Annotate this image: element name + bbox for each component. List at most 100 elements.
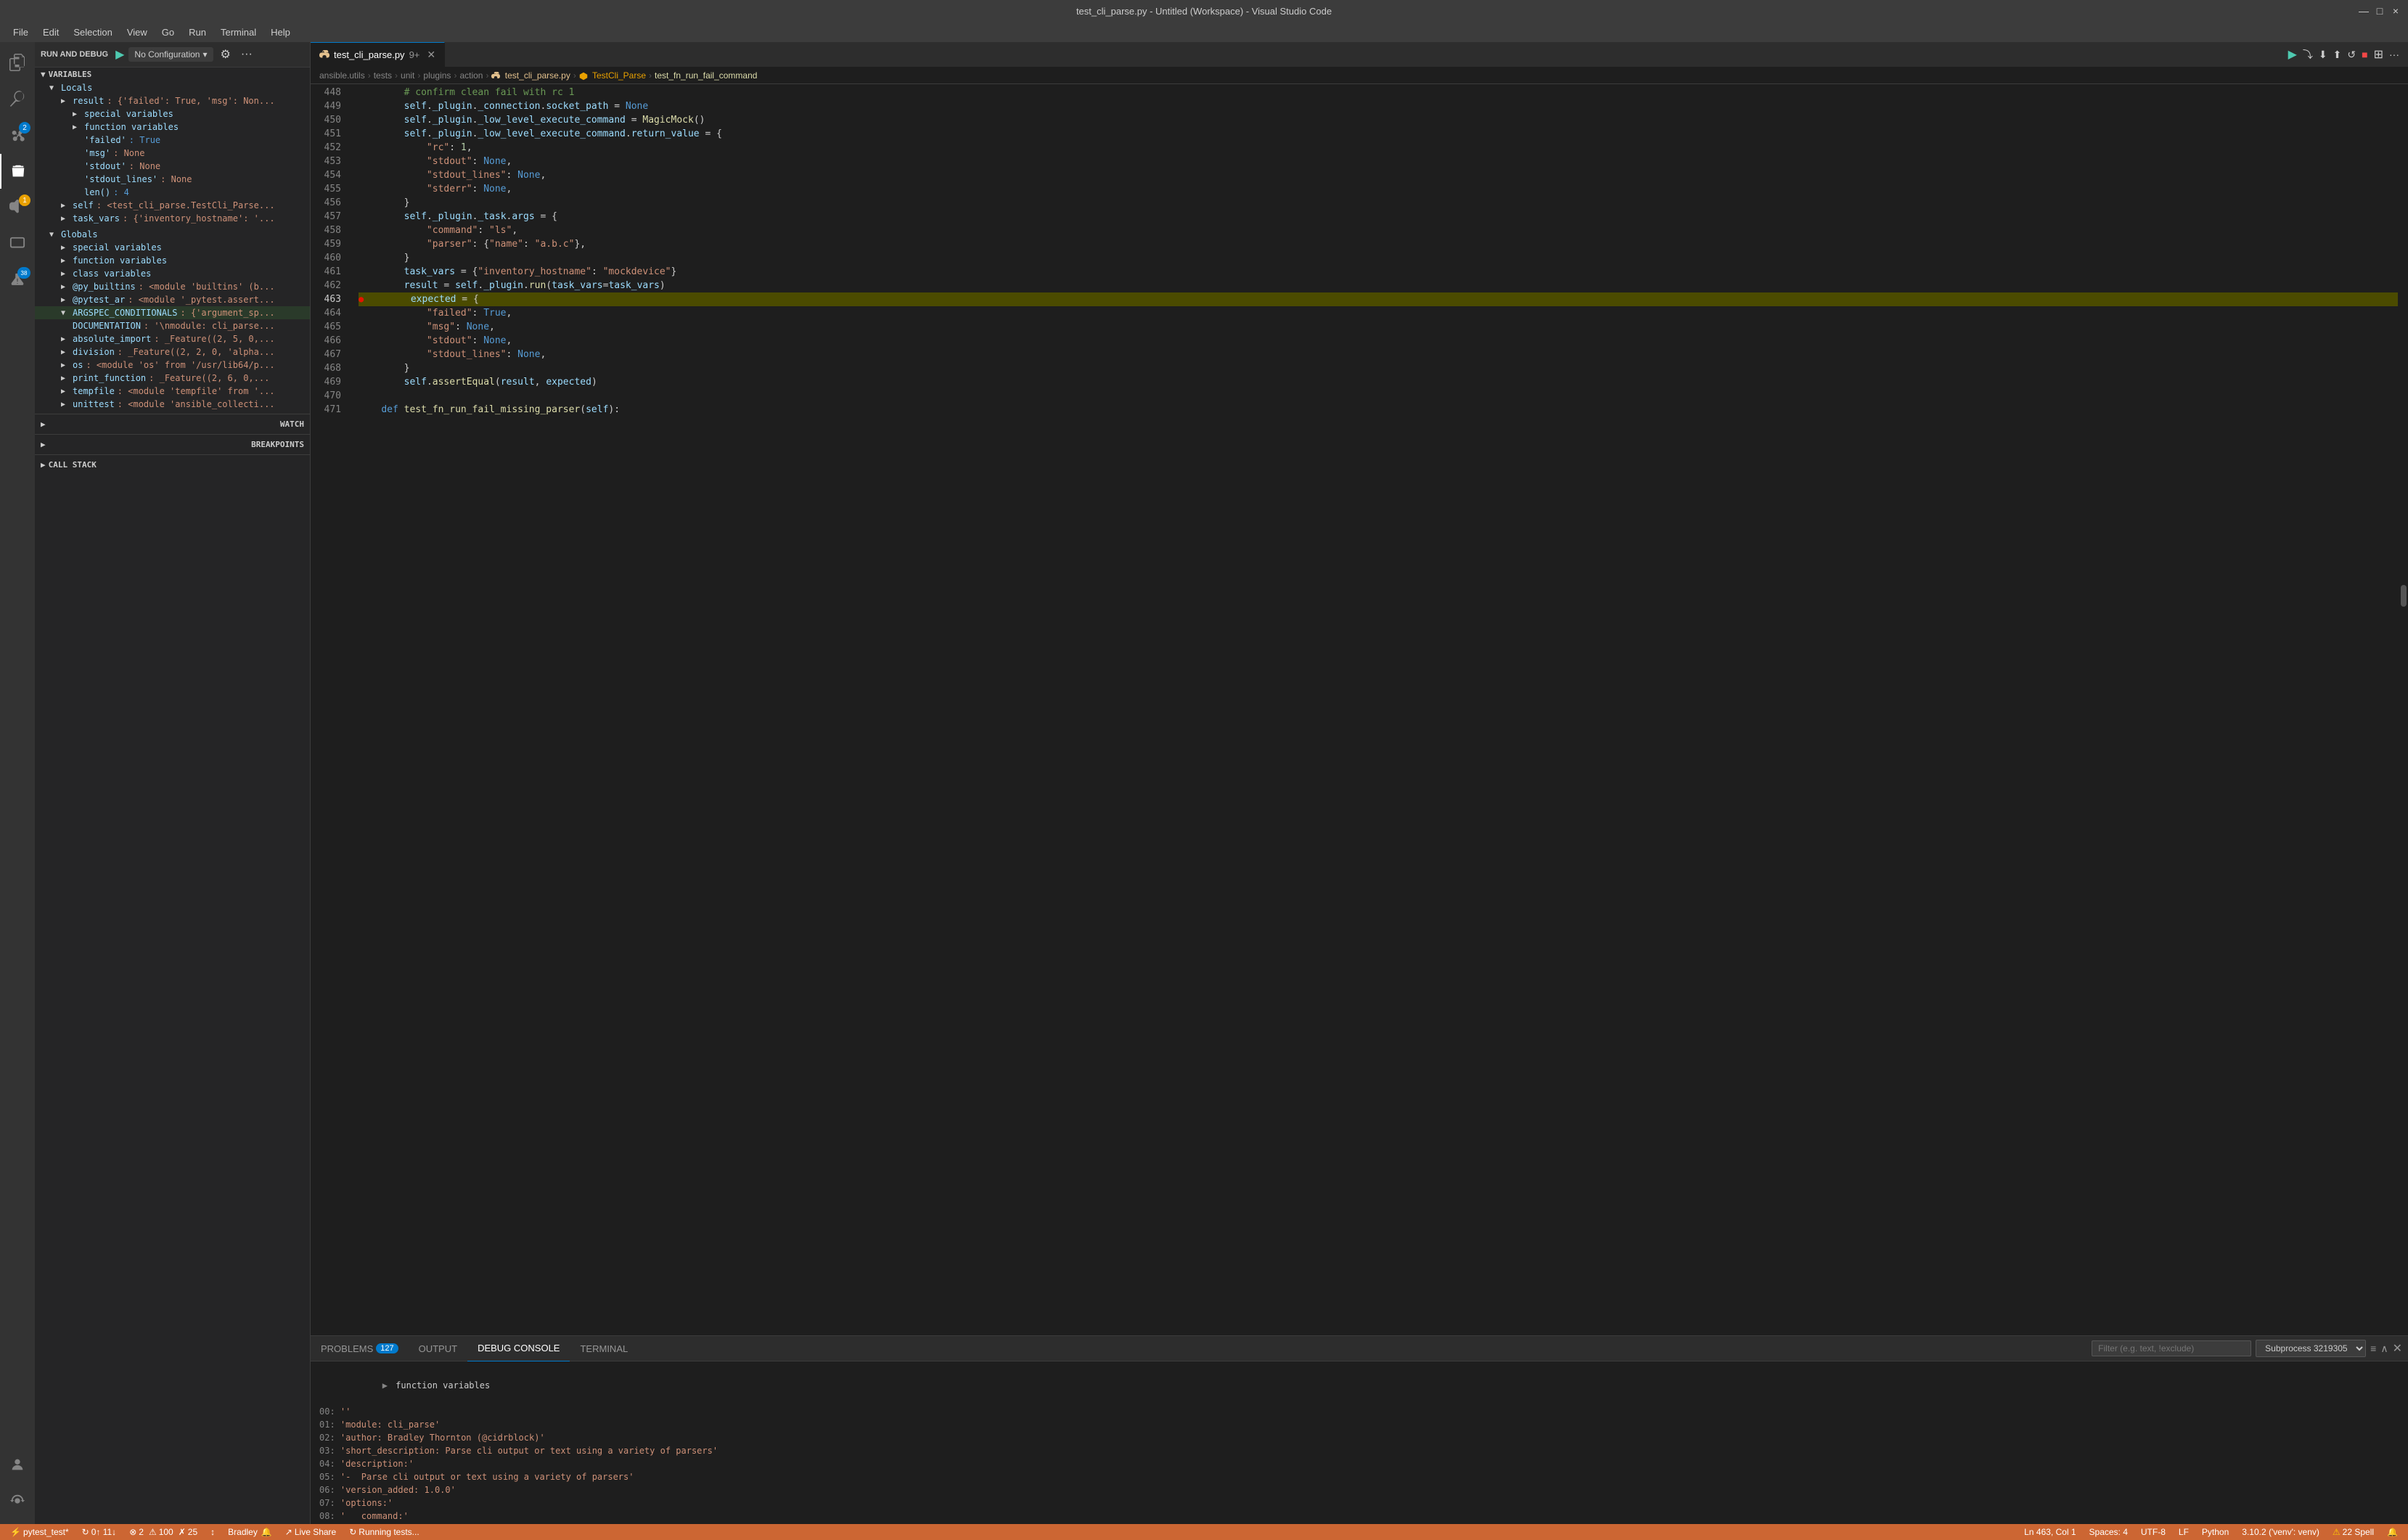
var-len[interactable]: len() : 4 (35, 186, 310, 199)
glob-class-variables[interactable]: ▶ class variables (35, 267, 310, 280)
breakpoints-section-header[interactable]: ▶ BREAKPOINTS (35, 438, 310, 451)
debug-step-into-btn[interactable]: ⬇ (2319, 49, 2327, 61)
menu-selection[interactable]: Selection (67, 25, 118, 40)
glob-tempfile[interactable]: ▶ tempfile : <module 'tempfile' from '..… (35, 385, 310, 398)
editor-tab-test-cli-parse[interactable]: test_cli_parse.py 9+ ✕ (311, 42, 445, 67)
activity-remote[interactable] (0, 226, 35, 261)
panel-tab-terminal[interactable]: TERMINAL (570, 1336, 638, 1361)
status-problems[interactable]: ⊗ 2 ⚠ 100 ✗ 25 (125, 1527, 202, 1537)
glob-unittest[interactable]: ▶ unittest : <module 'ansible_collecti..… (35, 398, 310, 411)
breadcrumb-action[interactable]: action (459, 70, 483, 81)
status-encoding[interactable]: UTF-8 (2137, 1527, 2170, 1537)
menu-help[interactable]: Help (265, 25, 296, 40)
glob-pytest-ar[interactable]: ▶ @pytest_ar : <module '_pytest.assert..… (35, 293, 310, 306)
breadcrumb-ansible-utils[interactable]: ansible.utils (319, 70, 365, 81)
status-git-sync[interactable]: ↻ 0↑ 11↓ (78, 1527, 121, 1537)
minimize-button[interactable]: — (2359, 6, 2369, 16)
tab-close-button[interactable]: ✕ (427, 49, 435, 61)
maximize-button[interactable]: □ (2375, 6, 2385, 16)
menu-run[interactable]: Run (183, 25, 212, 40)
locals-group[interactable]: ▼ Locals (35, 81, 310, 94)
panel-collapse-btn[interactable]: ∧ (2380, 1343, 2388, 1355)
menu-terminal[interactable]: Terminal (215, 25, 262, 40)
status-feedback[interactable]: 🔔 (2383, 1527, 2402, 1537)
breadcrumb-tests[interactable]: tests (374, 70, 392, 81)
menu-go[interactable]: Go (156, 25, 180, 40)
console-line-expand[interactable]: ▶ function variables (319, 1366, 2399, 1405)
code-content[interactable]: # confirm clean fail with rc 1 self._plu… (347, 84, 2398, 1335)
activity-extensions[interactable]: 1 (0, 190, 35, 225)
activity-settings[interactable] (0, 1483, 35, 1518)
status-arrow[interactable]: ↕ (206, 1527, 219, 1537)
glob-documentation[interactable]: DOCUMENTATION : '\nmodule: cli_parse... (35, 319, 310, 332)
activity-source-control[interactable]: 2 (0, 118, 35, 152)
var-task-vars[interactable]: ▶ task_vars : {'inventory_hostname': '..… (35, 212, 310, 225)
debug-restart-btn[interactable]: ↺ (2347, 49, 2356, 61)
editor-split-layout[interactable]: ⊞ (2374, 47, 2383, 62)
debug-step-over-btn[interactable]: ⤵ (2303, 47, 2313, 62)
console-output: ▶ function variables 00: '' 01: 'module:… (311, 1361, 2408, 1524)
panel-close-button[interactable]: ✕ (2393, 1341, 2402, 1356)
glob-print-function[interactable]: ▶ print_function : _Feature((2, 6, 0,... (35, 372, 310, 385)
activity-explorer[interactable] (0, 45, 35, 80)
status-spaces[interactable]: Spaces: 4 (2085, 1527, 2132, 1537)
breadcrumb-unit[interactable]: unit (401, 70, 414, 81)
subprocess-selector[interactable]: Subprocess 3219305 (2256, 1340, 2366, 1357)
watch-section-header[interactable]: ▶ WATCH (35, 417, 310, 431)
breadcrumb-class[interactable]: TestCli_Parse (579, 70, 646, 81)
status-python-version[interactable]: 3.10.2 ('venv': venv) (2237, 1527, 2324, 1537)
activity-account[interactable] (0, 1447, 35, 1482)
debug-more-button[interactable]: ··· (238, 46, 255, 62)
glob-py-builtins[interactable]: ▶ @py_builtins : <module 'builtins' (b..… (35, 280, 310, 293)
status-language[interactable]: Python (2198, 1527, 2233, 1537)
editor-more-btn[interactable]: ··· (2389, 49, 2399, 60)
scroll-thumb[interactable] (2401, 585, 2407, 607)
debug-settings-button[interactable]: ⚙ (218, 46, 234, 63)
breadcrumb-plugins[interactable]: plugins (423, 70, 451, 81)
var-failed[interactable]: 'failed' : True (35, 134, 310, 147)
menu-edit[interactable]: Edit (37, 25, 65, 40)
var-function-variables[interactable]: ▶ function variables (35, 120, 310, 134)
globals-group[interactable]: ▼ Globals (35, 228, 310, 241)
activity-debug[interactable] (0, 154, 35, 189)
menu-file[interactable]: File (7, 25, 34, 40)
scrollbar-gutter[interactable] (2398, 84, 2408, 1335)
var-stdout-lines[interactable]: 'stdout_lines' : None (35, 173, 310, 186)
debug-play-btn[interactable]: ▶ (2288, 47, 2297, 62)
menu-view[interactable]: View (121, 25, 153, 40)
status-pytest[interactable]: ⚡ pytest_test* (6, 1527, 73, 1537)
var-result[interactable]: ▶ result : {'failed': True, 'msg': Non..… (35, 94, 310, 107)
status-user[interactable]: Bradley 🔔 (224, 1527, 277, 1537)
status-line-ending[interactable]: LF (2174, 1527, 2193, 1537)
glob-function-variables[interactable]: ▶ function variables (35, 254, 310, 267)
status-running-tests[interactable]: ↻ Running tests... (345, 1527, 423, 1537)
glob-special-variables[interactable]: ▶ special variables (35, 241, 310, 254)
status-live-share[interactable]: ↗ Live Share (281, 1527, 340, 1537)
activity-testing[interactable]: 38 (0, 263, 35, 298)
glob-argspec[interactable]: ▼ ARGSPEC_CONDITIONALS : {'argument_sp..… (35, 306, 310, 319)
panel-tab-output[interactable]: OUTPUT (409, 1336, 467, 1361)
debug-stop-btn[interactable]: ■ (2362, 49, 2367, 60)
debug-step-out-btn[interactable]: ⬆ (2333, 49, 2342, 61)
activity-search[interactable] (0, 81, 35, 116)
var-special-variables[interactable]: ▶ special variables (35, 107, 310, 120)
status-spell[interactable]: ⚠ 22 Spell (2328, 1527, 2378, 1537)
breadcrumb-method[interactable]: test_fn_run_fail_command (655, 70, 757, 81)
glob-absolute-import[interactable]: ▶ absolute_import : _Feature((2, 5, 0,..… (35, 332, 310, 345)
status-cursor-position[interactable]: Ln 463, Col 1 (2020, 1527, 2080, 1537)
breadcrumb-file[interactable]: test_cli_parse.py (491, 70, 570, 81)
glob-os[interactable]: ▶ os : <module 'os' from '/usr/lib64/p..… (35, 359, 310, 372)
panel-tab-problems[interactable]: PROBLEMS 127 (311, 1336, 409, 1361)
callstack-section-header[interactable]: ▶ CALL STACK (35, 458, 310, 472)
variables-section-header[interactable]: ▼ VARIABLES (35, 67, 310, 81)
panel-tab-debug-console[interactable]: DEBUG CONSOLE (467, 1336, 570, 1361)
panel-columns-btn[interactable]: ≡ (2370, 1343, 2376, 1354)
glob-division[interactable]: ▶ division : _Feature((2, 2, 0, 'alpha..… (35, 345, 310, 359)
debug-config-selector[interactable]: No Configuration ▾ (128, 47, 213, 62)
debug-start-button[interactable]: ▶ (115, 47, 124, 62)
panel-filter-input[interactable] (2092, 1340, 2251, 1356)
var-self[interactable]: ▶ self : <test_cli_parse.TestCli_Parse..… (35, 199, 310, 212)
var-stdout[interactable]: 'stdout' : None (35, 160, 310, 173)
var-msg[interactable]: 'msg' : None (35, 147, 310, 160)
close-button[interactable]: × (2391, 6, 2401, 16)
